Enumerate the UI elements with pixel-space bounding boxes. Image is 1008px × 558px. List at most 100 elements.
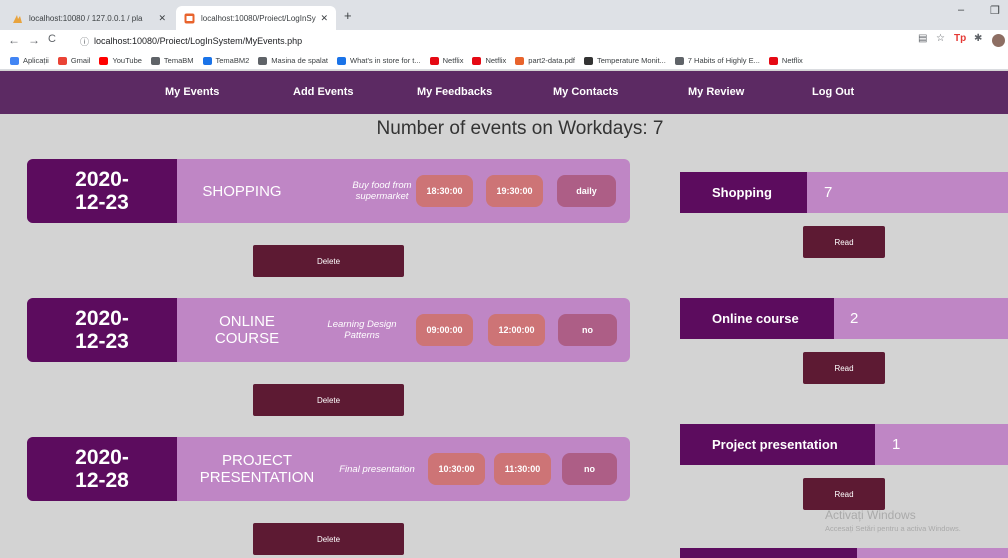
address-bar-row: ← → C ⓘ localhost:10080/Proiect/LogInSys… (0, 30, 1008, 52)
event-start-time: 09:00:00 (416, 314, 473, 346)
bookmark-item[interactable]: Netflix (472, 56, 506, 65)
event-description: Buy food from supermarket (352, 180, 412, 202)
monitor-icon (584, 56, 593, 65)
browser-tab-myevents[interactable]: localhost:10080/Proiect/LogInSy ✕ (176, 6, 336, 30)
bookmark-item[interactable]: Masina de spalat (258, 56, 328, 65)
event-card: 2020- 12-23 ONLINE COURSE Learning Desig… (27, 298, 630, 362)
nav-log-out[interactable]: Log Out (812, 86, 854, 98)
event-repeat: no (562, 453, 617, 485)
bookmark-label: Netflix (485, 56, 507, 65)
bookmark-item[interactable]: Netflix (429, 56, 464, 65)
bookmark-label: Temperature Monit... (597, 56, 666, 65)
back-arrow-icon[interactable]: ← (8, 33, 20, 47)
bookmark-star-icon[interactable]: ☆ (936, 33, 945, 44)
bookmark-label: Masina de spalat (271, 56, 328, 65)
minimize-window-icon[interactable]: – (958, 4, 964, 16)
cloud-icon (202, 56, 212, 65)
bookmark-item[interactable]: TemaBM2 (202, 56, 249, 65)
event-date: 2020- 12-23 (27, 159, 177, 223)
read-button[interactable]: Read (803, 226, 885, 258)
info-icon: ⓘ (80, 36, 90, 47)
read-button[interactable]: Read (803, 352, 885, 384)
contact-name: Project presentation (680, 424, 875, 465)
bookmark-item[interactable]: Gmail (57, 56, 91, 65)
event-card: 2020- 12-28 PROJECT PRESENTATION Final p… (27, 437, 630, 501)
restore-window-icon[interactable]: ❐ (990, 4, 1000, 17)
bookmark-item[interactable]: part2-data.pdf (515, 56, 575, 65)
bookmark-label: part2-data.pdf (528, 56, 575, 65)
delete-event-button[interactable]: Delete (253, 245, 404, 277)
nav-my-review[interactable]: My Review (688, 86, 744, 98)
event-start-time: 10:30:00 (428, 453, 485, 485)
nav-my-events[interactable]: My Events (165, 86, 219, 98)
bookmark-item[interactable]: Temperature Monit... (584, 56, 666, 65)
globe-icon (258, 56, 268, 65)
globe-icon (674, 56, 684, 65)
event-repeat: daily (557, 175, 616, 207)
contact-bar (680, 548, 1008, 558)
youtube-icon (99, 56, 109, 65)
forward-arrow-icon[interactable]: → (28, 33, 40, 47)
contact-count: 1 (892, 436, 901, 453)
bookmark-label: Netflix (442, 56, 464, 65)
globe-icon (150, 56, 160, 65)
windows-activation-watermark: Activați Windows Accesați Setări pentru … (825, 508, 961, 536)
event-card: 2020- 12-23 SHOPPING Buy food from super… (27, 159, 630, 223)
pdf-icon (515, 56, 525, 65)
close-tab-icon[interactable]: ✕ (158, 13, 166, 24)
event-start-time: 18:30:00 (416, 175, 473, 207)
bookmark-label: What's in store for t... (349, 56, 421, 65)
contact-bar: Online course 2 (680, 298, 1008, 339)
event-end-time: 19:30:00 (486, 175, 543, 207)
bookmark-label: YouTube (112, 56, 142, 65)
profile-avatar[interactable] (992, 34, 1005, 47)
extension-icon[interactable]: Tp (954, 33, 966, 44)
tab-title: localhost:10080/Proiect/LogInSy (201, 13, 316, 23)
reload-icon[interactable]: C (48, 33, 56, 45)
bookmark-item[interactable]: Netflix (768, 56, 803, 65)
bookmarks-bar: Aplicații Gmail YouTube TemaBM TemaBM2 Masina… (0, 52, 1008, 70)
browser-tab-phpmyadmin[interactable]: localhost:10080 / 127.0.0.1 / pla ✕ (4, 6, 174, 30)
close-tab-icon[interactable]: ✕ (320, 13, 328, 24)
bookmark-label: Gmail (70, 56, 91, 65)
nav-my-contacts[interactable]: My Contacts (553, 86, 618, 98)
browser-tab-bar: localhost:10080 / 127.0.0.1 / pla ✕ loca… (0, 0, 1008, 30)
nav-my-feedbacks[interactable]: My Feedbacks (417, 86, 492, 98)
tab-title: localhost:10080 / 127.0.0.1 / pla (29, 13, 143, 23)
delete-event-button[interactable]: Delete (253, 523, 404, 555)
contact-bar: Shopping 7 (680, 172, 1008, 213)
apps-grid-icon (10, 56, 19, 65)
contact-count: 7 (824, 184, 833, 201)
url-field[interactable]: ⓘ localhost:10080/Proiect/LogInSystem/My… (80, 32, 900, 50)
bookmark-item[interactable]: 7 Habits of Highly E... (674, 56, 760, 65)
event-description: Learning Design Patterns (327, 319, 397, 341)
bookmark-label: 7 Habits of Highly E... (687, 56, 760, 65)
bookmark-label: Netflix (781, 56, 803, 65)
event-title: ONLINE COURSE (214, 313, 280, 347)
url-text: localhost:10080/Proiect/LogInSystem/MyEv… (94, 36, 303, 46)
netflix-icon (768, 56, 778, 65)
bookmark-item[interactable]: What's in store for t... (336, 56, 421, 65)
gmail-icon (57, 56, 67, 65)
read-button[interactable]: Read (803, 478, 885, 510)
phpmyadmin-favicon-icon (12, 13, 23, 24)
bookmark-item[interactable]: Aplicații (10, 56, 49, 65)
event-description: Final presentation (339, 463, 415, 475)
watermark-title: Activați Windows (825, 508, 916, 522)
bookmark-item[interactable]: YouTube (99, 56, 142, 65)
puzzle-extensions-icon[interactable]: ✱ (974, 33, 982, 44)
nav-add-events[interactable]: Add Events (293, 86, 354, 98)
page-heading: Number of events on Workdays: 7 (376, 118, 664, 139)
contact-bar: Project presentation 1 (680, 424, 1008, 465)
netflix-icon (472, 56, 482, 65)
contact-name: Online course (680, 298, 834, 339)
new-tab-button[interactable]: + (344, 8, 352, 23)
bookmark-label: Aplicații (23, 56, 49, 65)
news-icon (336, 56, 346, 65)
event-date: 2020- 12-23 (27, 298, 177, 362)
delete-event-button[interactable]: Delete (253, 384, 404, 416)
translate-icon[interactable]: ▤ (918, 33, 927, 44)
event-date: 2020- 12-28 (27, 437, 177, 501)
bookmark-item[interactable]: TemaBM (150, 56, 194, 65)
event-end-time: 12:00:00 (488, 314, 545, 346)
